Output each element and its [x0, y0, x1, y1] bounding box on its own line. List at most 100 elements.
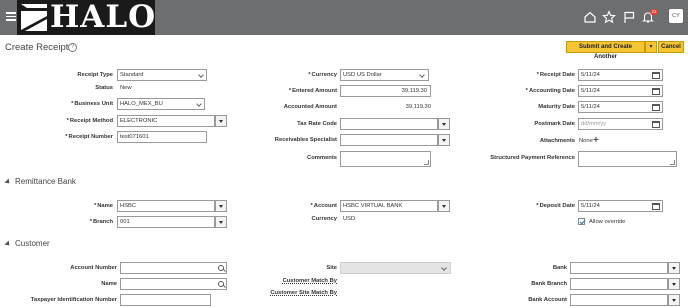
allow-override-checkbox[interactable] [578, 218, 585, 225]
branch-dropdown-button[interactable] [215, 216, 227, 228]
account-dropdown-button[interactable] [438, 200, 450, 212]
tax-rate-code-dropdown-button[interactable] [438, 118, 450, 130]
structured-payment-reference-textarea[interactable] [578, 151, 677, 167]
taxpayer-id-input[interactable] [120, 294, 211, 306]
customer-name-label: Name [101, 281, 117, 287]
branch-field[interactable]: 001 [117, 216, 215, 228]
comments-textarea[interactable] [340, 151, 431, 167]
status-value: New [120, 85, 132, 91]
search-icon[interactable] [218, 281, 224, 287]
logo: HALO [17, 0, 155, 35]
receipt-method-label: *Receipt Method [66, 118, 113, 124]
receivables-specialist-dropdown-button[interactable] [438, 134, 450, 146]
account-field[interactable]: HSBC VIRTUAL BANK [340, 200, 438, 212]
submit-menu-button[interactable]: ▾ [645, 41, 657, 53]
bank-branch-dropdown-button[interactable] [668, 278, 680, 290]
customer-section-header[interactable]: Customer [4, 239, 50, 248]
site-label: Site [326, 265, 337, 271]
calendar-icon[interactable] [652, 88, 660, 95]
bank-name-dropdown-button[interactable] [215, 200, 227, 212]
maturity-date-input[interactable]: 5/11/24 [578, 101, 663, 113]
logo-text: HALO [50, 0, 157, 35]
receipt-type-label: Receipt Type [77, 72, 113, 78]
flag-icon[interactable] [622, 10, 636, 24]
home-icon[interactable] [583, 10, 597, 24]
accounting-date-input[interactable]: 5/11/24 [578, 85, 663, 97]
cancel-button[interactable]: Cancel [658, 41, 684, 53]
submit-and-create-another-button[interactable]: Submit and Create Another [566, 41, 645, 60]
bank-label: Bank [552, 265, 567, 271]
branch-label: *Branch [89, 219, 113, 225]
receipt-number-label: *Receipt Number [65, 134, 113, 140]
receipt-date-input[interactable]: 5/11/24 [578, 69, 663, 81]
taxpayer-id-label: Taxpayer Identification Number [30, 297, 117, 303]
logo-mark-icon [19, 2, 49, 33]
attachments-value: None [579, 138, 593, 144]
bank-account-dropdown-button[interactable] [668, 294, 680, 306]
bank-name-label: *Name [93, 203, 113, 209]
account-label: *Account [310, 203, 337, 209]
receivables-specialist-label: Receivables Specialist [274, 137, 337, 143]
tax-rate-code-field[interactable] [340, 118, 438, 130]
chevron-down-icon [419, 70, 427, 80]
status-label: Status [95, 85, 113, 91]
comments-label: Comments [307, 155, 337, 161]
structured-payment-reference-label: Structured Payment Reference [490, 155, 575, 161]
receivables-specialist-field[interactable] [340, 134, 438, 146]
bank-branch-label: Bank Branch [531, 281, 567, 287]
avatar[interactable]: CY [669, 9, 683, 23]
search-icon[interactable] [218, 265, 224, 271]
receipt-method-dropdown-button[interactable] [215, 115, 227, 127]
receipt-type-select[interactable]: Standard [117, 69, 207, 81]
currency-label: *Currency [308, 72, 337, 78]
postmark-date-input[interactable]: dd/mm/yy [578, 118, 663, 130]
account-number-label: Account Number [70, 265, 117, 271]
collapse-icon [4, 178, 12, 186]
entered-amount-input[interactable]: 39,119.30 [340, 85, 431, 97]
accounting-date-label: *Accounting Date [525, 88, 575, 94]
bank-name-field[interactable]: HSBC [117, 200, 215, 212]
customer-site-match-by-label: Customer Site Match By [270, 290, 337, 296]
calendar-icon[interactable] [652, 203, 660, 210]
tax-rate-code-label: Tax Rate Code [297, 121, 337, 127]
bank-field[interactable] [570, 262, 668, 274]
receipt-method-field[interactable]: ELECTRONIC [117, 115, 215, 127]
help-icon[interactable]: ? [68, 43, 77, 52]
attachments-label: Attachments [539, 138, 575, 144]
top-bar: HALO 23 CY [0, 0, 688, 35]
notification-badge: 23 [650, 9, 659, 15]
receipt-number-input[interactable]: test071601 [117, 131, 207, 143]
collapse-icon [4, 240, 12, 248]
bank-dropdown-button[interactable] [668, 262, 680, 274]
entered-amount-label: *Entered Amount [288, 88, 337, 94]
accounted-amount-label: Accounted Amount [283, 104, 337, 110]
calendar-icon[interactable] [652, 104, 660, 111]
customer-match-by-label: Customer Match By [282, 278, 337, 284]
menu-icon[interactable] [6, 12, 16, 21]
postmark-date-label: Postmark Date [534, 121, 575, 127]
deposit-date-label: *Deposit Date [536, 203, 575, 209]
chevron-down-icon [198, 70, 206, 80]
chevron-down-icon [196, 99, 204, 109]
calendar-icon[interactable] [652, 121, 660, 128]
bank-account-field[interactable] [570, 294, 668, 306]
remittance-bank-section-header[interactable]: Remittance Bank [4, 177, 76, 186]
maturity-date-label: Maturity Date [538, 104, 575, 110]
page-title: Create Receipt [5, 42, 69, 53]
account-number-input[interactable] [120, 262, 227, 274]
allow-override-label: Allow override [589, 219, 626, 225]
site-select [340, 262, 451, 274]
customer-name-input[interactable] [120, 278, 227, 290]
add-attachment-icon[interactable]: + [593, 135, 599, 146]
accounted-amount-value: 39,119.30 [405, 104, 431, 110]
remittance-currency-value: USD [343, 216, 356, 222]
bank-account-label: Bank Account [528, 297, 567, 303]
remittance-currency-label: Currency [311, 216, 337, 222]
calendar-icon[interactable] [652, 72, 660, 79]
star-icon[interactable] [602, 10, 616, 24]
bank-branch-field[interactable] [570, 278, 668, 290]
currency-select[interactable]: USD US Dollar [340, 69, 429, 81]
deposit-date-input[interactable]: 5/11/24 [578, 200, 663, 212]
business-unit-select[interactable]: HALO_MEX_BU [117, 98, 205, 110]
chevron-down-icon [441, 263, 449, 273]
